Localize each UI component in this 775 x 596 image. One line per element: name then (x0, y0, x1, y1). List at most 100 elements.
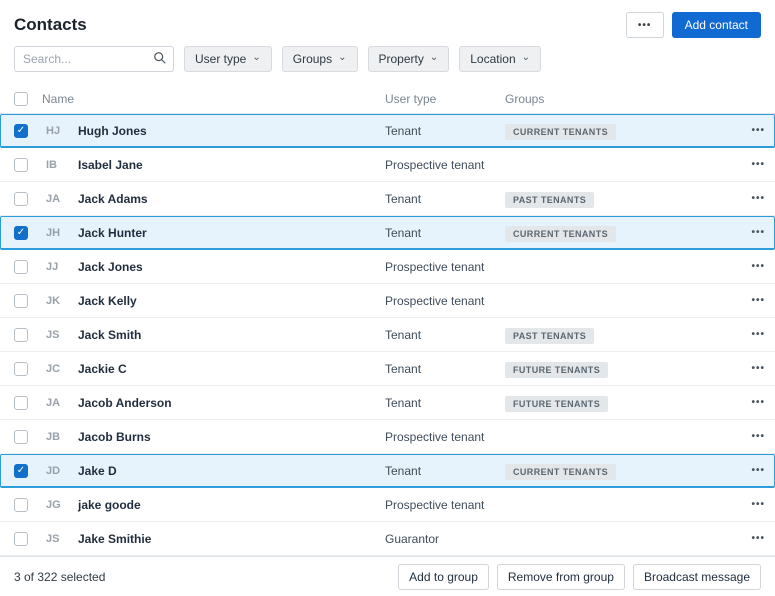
row-menu-button[interactable]: ••• (735, 193, 765, 204)
contact-name: Jack Kelly (78, 293, 137, 308)
avatar-initials: JA (46, 192, 61, 205)
group-badge: FUTURE TENANTS (505, 361, 609, 378)
remove-from-group-button[interactable]: Remove from group (496, 563, 625, 590)
group-badge: CURRENT TENANTS (505, 463, 616, 480)
footer-bar: 3 of 322 selected Add to group Remove fr… (0, 556, 775, 596)
row-checkbox[interactable] (14, 327, 28, 342)
table-row[interactable]: JB Jacob Burns Prospective tenant ••• (0, 420, 775, 454)
broadcast-message-button[interactable]: Broadcast message (632, 563, 761, 590)
contact-name: Jack Jones (78, 259, 143, 274)
contact-name: Hugh Jones (78, 123, 147, 138)
contact-name: Jake Smithie (78, 531, 152, 546)
table-row[interactable]: JS Jake Smithie Guarantor ••• (0, 522, 775, 556)
row-menu-button[interactable]: ••• (735, 295, 765, 306)
avatar-initials: IB (46, 158, 57, 171)
user-type: Tenant (385, 361, 422, 376)
row-checkbox[interactable] (14, 497, 28, 512)
group-badge: CURRENT TENANTS (505, 123, 616, 140)
user-type: Prospective tenant (385, 259, 485, 274)
table-row[interactable]: JS Jack Smith Tenant PAST TENANTS ••• (0, 318, 775, 352)
table-header: Name User type Groups (0, 84, 775, 114)
row-checkbox[interactable] (14, 429, 28, 444)
row-menu-button[interactable]: ••• (735, 465, 765, 476)
row-checkbox[interactable]: ✓ (14, 225, 28, 240)
search-input[interactable] (14, 46, 174, 72)
chevron-down-icon: ⌄ (429, 52, 439, 63)
search-icon (154, 52, 166, 64)
add-contact-button[interactable]: Add contact (671, 12, 761, 38)
filter-bar: User type ⌄ Groups ⌄ Property ⌄ Location… (0, 40, 775, 72)
row-checkbox[interactable] (14, 293, 28, 308)
table-row[interactable]: ✓ JH Jack Hunter Tenant CURRENT TENANTS ••• (0, 216, 775, 250)
chevron-down-icon: ⌄ (338, 52, 347, 63)
row-menu-button[interactable]: ••• (735, 397, 765, 408)
footer-actions: Add to group Remove from group Broadcast… (398, 563, 761, 590)
user-type: Prospective tenant (385, 157, 485, 172)
row-checkbox[interactable] (14, 531, 28, 546)
table-row[interactable]: IB Isabel Jane Prospective tenant ••• (0, 148, 775, 182)
contact-name: jake goode (78, 497, 141, 512)
row-checkbox[interactable] (14, 259, 28, 274)
contact-rows: ✓ HJ Hugh Jones Tenant CURRENT TENANTS ••• IB I… (0, 114, 775, 556)
avatar-initials: JH (46, 226, 61, 239)
row-menu-button[interactable]: ••• (735, 159, 765, 170)
filter-user-type-label: User type (195, 52, 247, 66)
group-badges: PAST TENANTS (505, 190, 735, 208)
table-row[interactable]: JA Jacob Anderson Tenant FUTURE TENANTS ••• (0, 386, 775, 420)
group-badges: FUTURE TENANTS (505, 360, 735, 378)
contact-name: Jacob Anderson (78, 395, 172, 410)
group-badges: FUTURE TENANTS (505, 394, 735, 412)
more-options-button[interactable]: ••• (625, 12, 664, 38)
table-row[interactable]: JG jake goode Prospective tenant ••• (0, 488, 775, 522)
contact-name: Jackie C (78, 361, 127, 376)
avatar-initials: JS (46, 328, 60, 341)
contact-name: Jack Adams (78, 191, 148, 206)
contact-name: Isabel Jane (78, 157, 143, 172)
row-checkbox[interactable] (14, 191, 28, 206)
user-type: Tenant (385, 395, 422, 410)
select-all-checkbox[interactable] (14, 91, 28, 106)
group-badge: PAST TENANTS (505, 327, 595, 344)
avatar-initials: HJ (46, 124, 61, 137)
row-menu-button[interactable]: ••• (735, 533, 765, 544)
group-badges: CURRENT TENANTS (505, 224, 735, 242)
add-to-group-button[interactable]: Add to group (398, 563, 489, 590)
user-type: Tenant (385, 191, 422, 206)
row-menu-button[interactable]: ••• (735, 329, 765, 340)
table-row[interactable]: ✓ HJ Hugh Jones Tenant CURRENT TENANTS ••• (0, 114, 775, 148)
row-menu-button[interactable]: ••• (735, 227, 765, 238)
row-checkbox[interactable] (14, 361, 28, 376)
table-row[interactable]: ✓ JD Jake D Tenant CURRENT TENANTS ••• (0, 454, 775, 488)
chevron-down-icon: ⌄ (521, 52, 531, 63)
row-menu-button[interactable]: ••• (735, 261, 765, 272)
filter-user-type[interactable]: User type ⌄ (184, 46, 272, 72)
row-menu-button[interactable]: ••• (735, 363, 765, 374)
user-type: Prospective tenant (385, 293, 485, 308)
user-type: Prospective tenant (385, 429, 485, 444)
filter-property[interactable]: Property ⌄ (367, 46, 450, 72)
table-row[interactable]: JJ Jack Jones Prospective tenant ••• (0, 250, 775, 284)
row-menu-button[interactable]: ••• (735, 499, 765, 510)
row-checkbox[interactable]: ✓ (14, 123, 28, 138)
group-badges: CURRENT TENANTS (505, 462, 735, 480)
filter-location[interactable]: Location ⌄ (459, 46, 542, 72)
avatar-initials: JD (46, 464, 61, 477)
group-badge: PAST TENANTS (505, 191, 595, 208)
avatar-initials: JG (46, 498, 61, 511)
filter-location-label: Location (470, 52, 516, 66)
filter-property-label: Property (378, 52, 424, 66)
table-row[interactable]: JA Jack Adams Tenant PAST TENANTS ••• (0, 182, 775, 216)
table-row[interactable]: JK Jack Kelly Prospective tenant ••• (0, 284, 775, 318)
row-menu-button[interactable]: ••• (735, 125, 765, 136)
row-checkbox[interactable]: ✓ (14, 463, 28, 478)
row-checkbox[interactable] (14, 395, 28, 410)
row-menu-button[interactable]: ••• (735, 431, 765, 442)
row-checkbox[interactable] (14, 157, 28, 172)
top-bar: Contacts ••• Add contact (0, 0, 775, 40)
contact-name: Jack Smith (78, 327, 142, 342)
user-type: Prospective tenant (385, 497, 485, 512)
contact-name: Jake D (78, 463, 117, 478)
user-type: Tenant (385, 327, 422, 342)
filter-groups[interactable]: Groups ⌄ (281, 46, 358, 72)
table-row[interactable]: JC Jackie C Tenant FUTURE TENANTS ••• (0, 352, 775, 386)
